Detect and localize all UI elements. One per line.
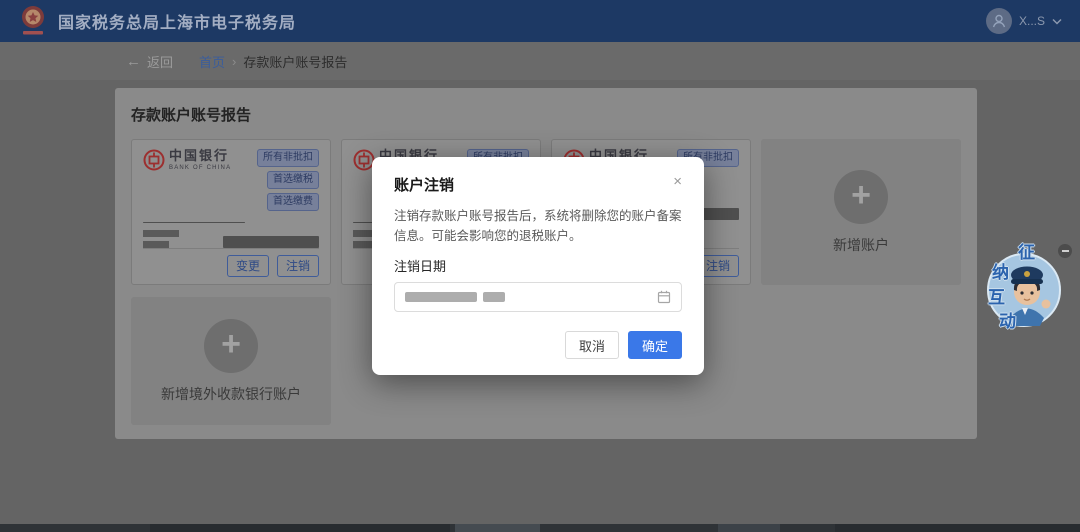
plus-circle: +: [834, 170, 888, 224]
breadcrumb: ← 返回 首页 › 存款账户账号报告: [0, 42, 1080, 80]
page: 国家税务总局上海市电子税务局 X...S ← 返回 首页 › 存款账户账号报告 …: [0, 0, 1080, 532]
widget-char: 征: [1018, 238, 1035, 263]
add-account-label: 新增账户: [833, 235, 889, 255]
back-label: 返回: [147, 52, 173, 71]
bank-of-china-logo: 中国银行 BANK OF CHINA: [143, 149, 231, 211]
add-overseas-account-card[interactable]: + 新增境外收款银行账户: [131, 297, 331, 425]
add-account-card[interactable]: + 新增账户: [761, 139, 961, 285]
badges: 所有非批扣首选缴税首选缴费: [257, 149, 319, 211]
modal-message: 注销存款账户账号报告后，系统将删除您的账户备案信息。可能会影响您的退税账户。: [394, 206, 682, 246]
deregister-button[interactable]: 注销: [277, 255, 319, 277]
tax-emblem-logo: [18, 4, 48, 38]
card-actions: 变更注销: [143, 248, 319, 277]
account-tag-badge: 所有非批扣: [257, 149, 319, 167]
tax-interaction-widget[interactable]: 征 纳 互 动: [984, 238, 1064, 334]
user-name: X...S: [1019, 14, 1045, 28]
bank-name: 中国银行 BANK OF CHINA: [169, 149, 231, 172]
deregister-date-input[interactable]: [394, 282, 682, 312]
redacted-account-details: [143, 230, 319, 248]
user-menu[interactable]: X...S: [986, 8, 1062, 34]
modal-footer: 取消 确定: [565, 331, 682, 359]
redacted-account-name: [143, 222, 245, 223]
breadcrumb-home-link[interactable]: 首页: [199, 52, 225, 71]
bottom-bar-segment: [835, 524, 1080, 532]
bank-name-en: BANK OF CHINA: [169, 165, 231, 172]
bank-name-cn: 中国银行: [169, 149, 231, 163]
calendar-icon: [657, 290, 671, 304]
add-overseas-account-label: 新增境外收款银行账户: [161, 384, 301, 404]
widget-minimize-button[interactable]: [1058, 244, 1072, 258]
bank-account-card: 中国银行 BANK OF CHINA 所有非批扣首选缴税首选缴费 变更注销: [131, 139, 331, 285]
cancel-button[interactable]: 取消: [565, 331, 619, 359]
minus-icon: [1062, 250, 1069, 252]
redacted-text: [143, 230, 179, 237]
avatar: [986, 8, 1012, 34]
widget-char: 动: [999, 307, 1016, 332]
back-button[interactable]: ← 返回: [126, 52, 173, 71]
bank-of-china-roundel-icon: [143, 149, 165, 171]
plus-icon: +: [221, 327, 241, 361]
redacted-date-value: [405, 292, 477, 302]
deregister-date-label: 注销日期: [394, 256, 682, 275]
redacted-date-value: [483, 292, 505, 302]
back-arrow-icon: ←: [126, 53, 141, 70]
close-icon[interactable]: ×: [673, 174, 682, 189]
bottom-bar-segment: [150, 524, 450, 532]
account-deregister-modal: 账户注销 × 注销存款账户账号报告后，系统将删除您的账户备案信息。可能会影响您的…: [372, 157, 704, 375]
modal-title: 账户注销: [394, 174, 454, 195]
header-bar: 国家税务总局上海市电子税务局 X...S: [0, 0, 1080, 42]
card-top: 中国银行 BANK OF CHINA 所有非批扣首选缴税首选缴费: [143, 149, 319, 211]
plus-icon: +: [851, 178, 871, 212]
bottom-bar: [0, 524, 1080, 532]
account-tag-badge: 首选缴费: [267, 193, 319, 211]
redacted-account-number: [223, 236, 319, 248]
breadcrumb-separator: ›: [232, 54, 236, 69]
widget-char: 纳: [992, 258, 1009, 283]
change-button[interactable]: 变更: [227, 255, 269, 277]
page-title: 存款账户账号报告: [131, 104, 961, 125]
account-tag-badge: 首选缴税: [267, 171, 319, 189]
redacted-left-column: [143, 230, 179, 248]
modal-header: 账户注销 ×: [394, 174, 682, 195]
redacted-text: [143, 241, 169, 248]
widget-char: 互: [988, 283, 1005, 308]
person-icon: [991, 13, 1007, 29]
chevron-down-icon: [1052, 18, 1062, 25]
confirm-button[interactable]: 确定: [628, 331, 682, 359]
bottom-bar-segment: [718, 524, 780, 532]
bottom-bar-segment: [455, 524, 540, 532]
app-title: 国家税务总局上海市电子税务局: [58, 9, 296, 33]
breadcrumb-current: 存款账户账号报告: [243, 52, 347, 71]
plus-circle: +: [204, 319, 258, 373]
